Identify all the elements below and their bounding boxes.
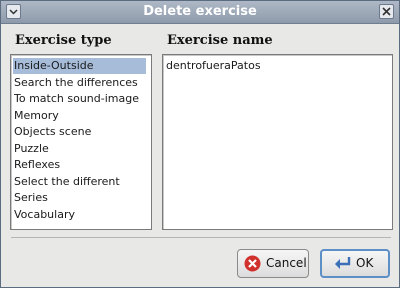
list-item[interactable]: Select the different <box>13 174 120 190</box>
list-item[interactable]: Series <box>13 190 48 206</box>
list-item[interactable]: Search the differences <box>13 75 138 91</box>
divider <box>11 237 391 238</box>
exercise-name-list[interactable]: dentrofueraPatos <box>162 54 393 230</box>
title-bar: Delete exercise <box>1 1 399 24</box>
list-item[interactable]: Puzzle <box>13 141 49 157</box>
list-item[interactable]: Objects scene <box>13 124 91 140</box>
ok-label: OK <box>356 256 374 270</box>
list-item[interactable]: Memory <box>13 108 59 124</box>
list-item[interactable]: dentrofueraPatos <box>165 58 261 74</box>
list-item[interactable]: Vocabulary <box>13 207 75 223</box>
dialog-window: Delete exercise Exercise type Exercise n… <box>0 0 400 288</box>
list-item[interactable]: Inside-Outside <box>13 58 146 74</box>
exercise-type-label: Exercise type <box>15 33 112 48</box>
window-title: Delete exercise <box>143 4 257 19</box>
exercise-type-list[interactable]: Inside-Outside Search the differences To… <box>10 54 152 230</box>
list-item[interactable]: Reflexes <box>13 157 60 173</box>
enter-arrow-icon <box>332 255 352 275</box>
close-icon[interactable] <box>379 4 394 19</box>
cancel-label: Cancel <box>266 256 307 270</box>
exercise-name-label: Exercise name <box>167 33 273 48</box>
cancel-icon <box>244 255 261 275</box>
list-item[interactable]: To match sound-image <box>13 91 139 107</box>
ok-button[interactable]: OK <box>320 249 390 278</box>
cancel-button[interactable]: Cancel <box>237 249 309 278</box>
